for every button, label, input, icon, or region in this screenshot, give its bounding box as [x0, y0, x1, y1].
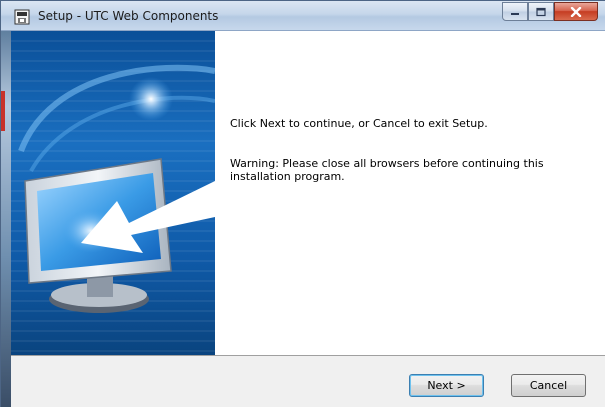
close-icon: [570, 6, 582, 17]
wizard-client-area: Click Next to continue, or Cancel to exi…: [11, 31, 605, 407]
wizard-banner-image: [11, 31, 215, 355]
cancel-button[interactable]: Cancel: [511, 374, 586, 397]
warning-message: Warning: Please close all browsers befor…: [230, 157, 544, 183]
title-bar[interactable]: Setup - UTC Web Components: [1, 1, 605, 31]
close-button[interactable]: [554, 2, 598, 21]
maximize-button[interactable]: [528, 2, 554, 21]
setup-icon: [14, 9, 30, 25]
setup-window: Setup - UTC Web Components Click Next to…: [0, 0, 605, 407]
window-left-border: [1, 31, 11, 407]
wizard-content: Click Next to continue, or Cancel to exi…: [215, 31, 605, 355]
minimize-icon: [511, 12, 519, 15]
window-title: Setup - UTC Web Components: [38, 9, 219, 23]
continue-message: Click Next to continue, or Cancel to exi…: [230, 117, 488, 130]
background-window-edge: [1, 91, 5, 131]
next-button[interactable]: Next >: [409, 374, 484, 397]
minimize-button[interactable]: [502, 2, 528, 21]
maximize-icon: [536, 7, 546, 16]
caption-buttons: [502, 2, 598, 22]
button-bar: Next > Cancel: [11, 355, 605, 407]
